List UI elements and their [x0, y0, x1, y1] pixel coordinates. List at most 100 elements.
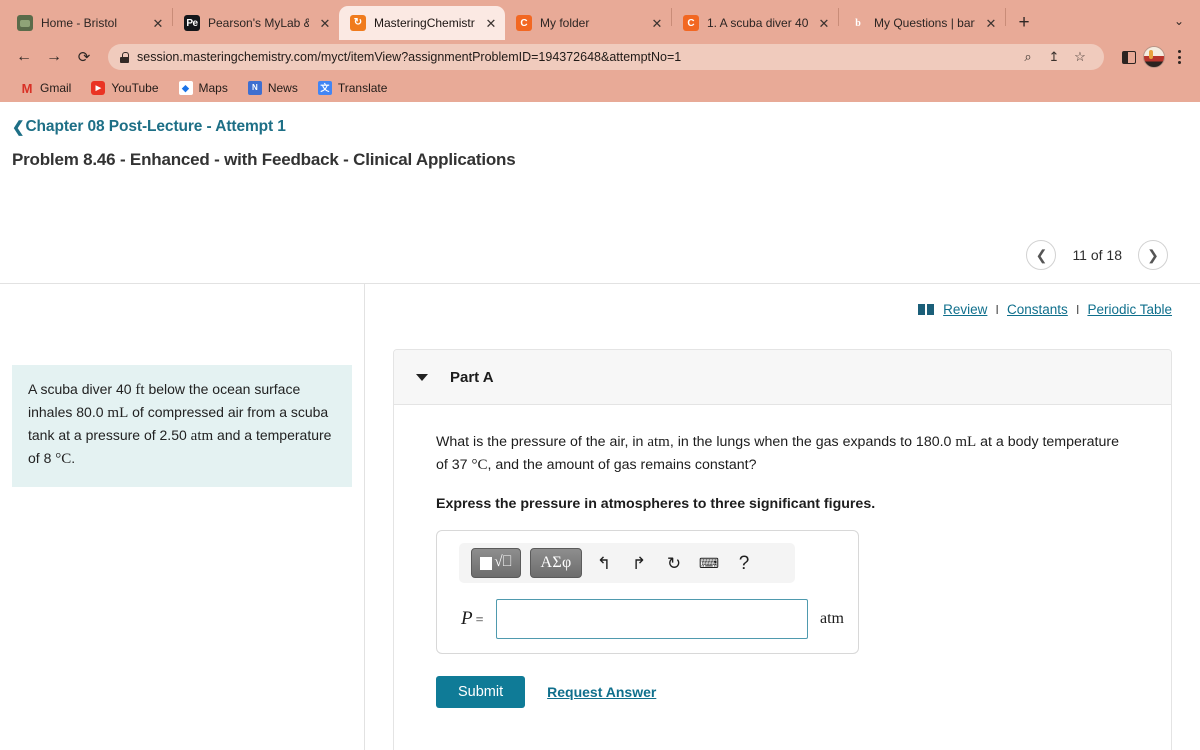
keyboard-icon[interactable]: ⌨	[696, 550, 722, 576]
bookmark-maps[interactable]: ◆ Maps	[171, 78, 236, 98]
maps-icon: ◆	[178, 81, 193, 95]
problem-pager: ❮ 11 of 18 ❯	[1026, 240, 1168, 270]
youtube-icon: ▶	[91, 81, 106, 95]
link-separator: I	[1075, 302, 1080, 317]
bookmark-label: Maps	[198, 81, 228, 95]
chevron-left-icon: ❮	[12, 119, 25, 136]
bookmarks-bar: M Gmail ▶ YouTube ◆ Maps N News 文 Transl…	[0, 74, 1200, 102]
caret-down-icon[interactable]	[416, 373, 428, 381]
bookmark-translate[interactable]: 文 Translate	[310, 78, 396, 98]
bookmark-youtube[interactable]: ▶ YouTube	[83, 78, 166, 98]
translate-icon: 文	[317, 81, 332, 95]
part-a-header[interactable]: Part A	[394, 350, 1171, 405]
math-template-icon[interactable]: √⎕	[471, 548, 521, 578]
browser-tab[interactable]: b My Questions | bartleby ✕	[839, 6, 1005, 40]
right-column: Review I Constants I Periodic Table Part…	[365, 284, 1200, 750]
close-icon[interactable]: ✕	[816, 15, 832, 31]
page-title: Problem 8.46 - Enhanced - with Feedback …	[12, 150, 516, 169]
chegg-icon: C	[516, 15, 532, 31]
answer-actions: Submit Request Answer	[436, 676, 1129, 708]
math-toolbar: √⎕ ΑΣφ ↰ ↱ ↻ ⌨ ?	[459, 543, 795, 583]
omnibox-actions: ⌕ ↥ ☆	[1016, 45, 1092, 69]
unit-atm-label: atm	[820, 610, 844, 627]
lock-icon	[120, 51, 129, 63]
constants-link[interactable]: Constants	[1007, 302, 1068, 317]
request-answer-link[interactable]: Request Answer	[547, 684, 656, 700]
periodic-table-link[interactable]: Periodic Table	[1087, 302, 1172, 317]
greek-symbols-button[interactable]: ΑΣφ	[530, 548, 582, 578]
browser-toolbar: ← → ⟳ session.masteringchemistry.com/myc…	[0, 40, 1200, 74]
toolbar-right	[1112, 46, 1190, 68]
share-icon[interactable]: ↥	[1042, 45, 1066, 69]
avatar[interactable]	[1143, 46, 1165, 68]
close-icon[interactable]: ✕	[150, 15, 166, 31]
unit-ml: mL	[107, 404, 129, 421]
question-segment: What is the pressure of the air, in	[436, 434, 648, 450]
gmail-icon: M	[21, 80, 33, 96]
bookmark-gmail[interactable]: M Gmail	[12, 78, 79, 98]
part-a-label: Part A	[450, 368, 494, 386]
submit-button[interactable]: Submit	[436, 676, 526, 708]
browser-tab[interactable]: C 1. A scuba diver 40 ft below ✕	[672, 6, 838, 40]
browser-tab[interactable]: C My folder ✕	[505, 6, 671, 40]
part-a-panel: Part A What is the pressure of the air, …	[393, 349, 1172, 750]
browser-tab-active[interactable]: ↻ MasteringChemistry: Chapt ✕	[339, 6, 505, 40]
mastering-chemistry-icon: ↻	[350, 15, 366, 31]
tab-title: My Questions | bartleby	[874, 16, 975, 30]
bristol-icon	[17, 15, 33, 31]
review-link[interactable]: Review	[943, 302, 987, 317]
bookmark-star-icon[interactable]: ☆	[1068, 45, 1092, 69]
problem-statement: A scuba diver 40 ft below the ocean surf…	[12, 365, 352, 487]
unit-celsius: °C	[55, 450, 72, 467]
statement-text: .	[71, 449, 76, 466]
browser-tab[interactable]: Home - Bristol ✕	[6, 6, 172, 40]
bookmark-label: News	[267, 81, 298, 95]
reload-button[interactable]: ⟳	[70, 43, 98, 71]
resource-links: Review I Constants I Periodic Table	[393, 284, 1172, 317]
close-icon[interactable]: ✕	[649, 15, 665, 31]
answer-entry-box: √⎕ ΑΣφ ↰ ↱ ↻ ⌨ ? P = atm	[436, 530, 859, 654]
browser-menu-icon[interactable]	[1168, 46, 1190, 68]
tab-title: Home - Bristol	[41, 16, 118, 30]
browser-chrome: Home - Bristol ✕ Pe Pearson's MyLab & Ma…	[0, 0, 1200, 102]
tab-title: MasteringChemistry: Chapt	[374, 16, 475, 30]
tab-title: 1. A scuba diver 40 ft below	[707, 16, 808, 30]
close-icon[interactable]: ✕	[317, 15, 333, 31]
help-icon[interactable]: ?	[731, 550, 757, 576]
news-icon: N	[247, 81, 262, 95]
page-content: ❮ Chapter 08 Post-Lecture - Attempt 1 Pr…	[0, 102, 1200, 750]
zoom-icon[interactable]: ⌕	[1016, 45, 1040, 69]
close-icon[interactable]: ✕	[483, 15, 499, 31]
link-separator: I	[995, 302, 1000, 317]
close-icon[interactable]: ✕	[983, 15, 999, 31]
sidebar-panel-icon[interactable]	[1118, 46, 1140, 68]
forward-button[interactable]: →	[40, 43, 68, 71]
next-problem-button[interactable]: ❯	[1138, 240, 1168, 270]
redo-icon[interactable]: ↱	[626, 550, 652, 576]
bartleby-icon: b	[855, 17, 861, 29]
prev-problem-button[interactable]: ❮	[1026, 240, 1057, 270]
unit-celsius: °C	[471, 456, 488, 473]
address-bar[interactable]: session.masteringchemistry.com/myct/item…	[108, 44, 1104, 70]
answer-input-row: P = atm	[451, 599, 844, 639]
chevron-down-icon[interactable]: ⌄	[1166, 8, 1192, 34]
new-tab-button[interactable]: +	[1010, 9, 1038, 37]
back-button[interactable]: ←	[10, 43, 38, 71]
left-column: A scuba diver 40 ft below the ocean surf…	[0, 284, 364, 487]
tab-strip: Home - Bristol ✕ Pe Pearson's MyLab & Ma…	[0, 0, 1200, 40]
reset-icon[interactable]: ↻	[661, 550, 687, 576]
undo-icon[interactable]: ↰	[591, 550, 617, 576]
breadcrumb-label: Chapter 08 Post-Lecture - Attempt 1	[25, 118, 286, 135]
bookmark-news[interactable]: N News	[240, 78, 306, 98]
unit-atm: atm	[190, 427, 214, 444]
part-a-body: What is the pressure of the air, in atm,…	[394, 405, 1171, 750]
breadcrumb[interactable]: ❮ Chapter 08 Post-Lecture - Attempt 1	[0, 102, 1200, 136]
tab-divider	[1005, 8, 1006, 26]
unit-atm: atm	[647, 434, 670, 450]
browser-tab[interactable]: Pe Pearson's MyLab & Masteri ✕	[173, 6, 339, 40]
chegg-icon: C	[683, 15, 699, 31]
unit-ft: ft	[135, 382, 145, 398]
statement-text: A scuba diver 40	[28, 381, 136, 397]
answer-input[interactable]	[495, 599, 808, 639]
bookmark-label: Translate	[337, 81, 388, 95]
